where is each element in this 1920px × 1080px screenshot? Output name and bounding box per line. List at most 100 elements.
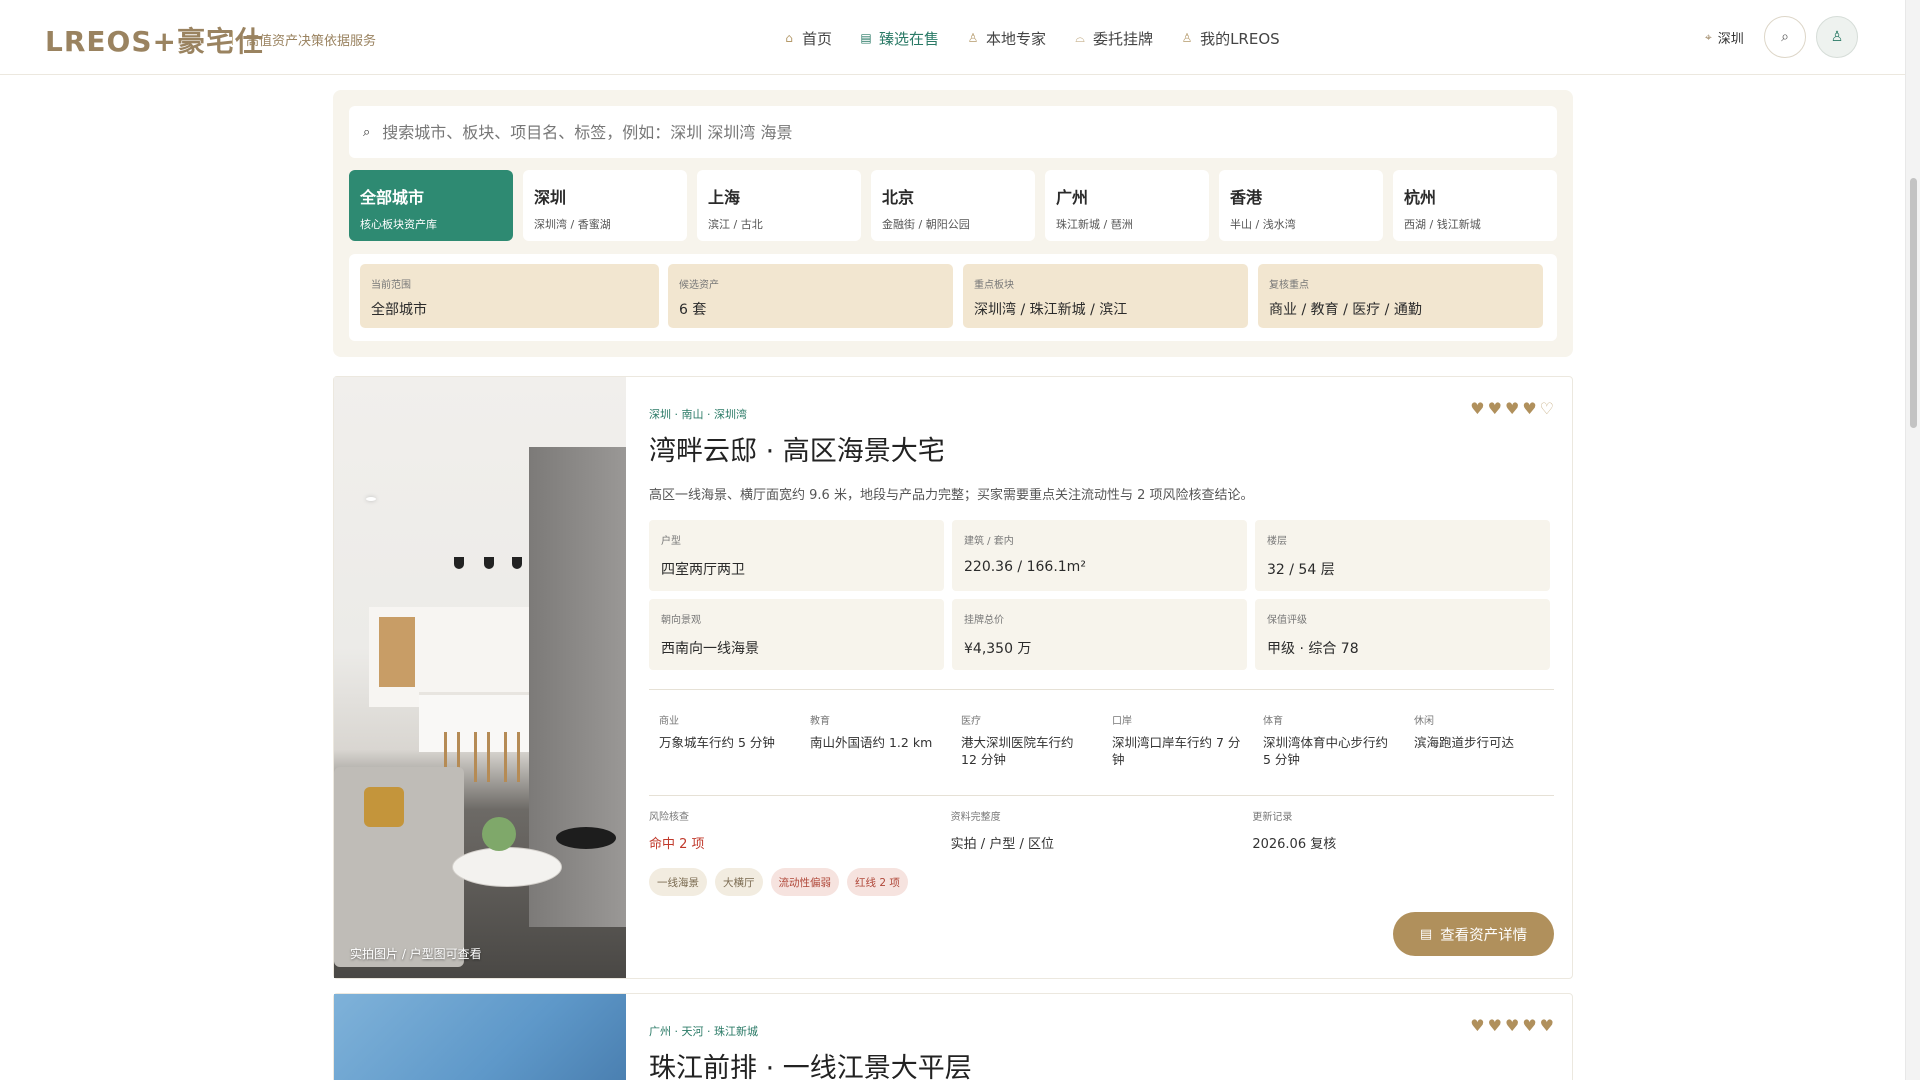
amenity-leisure: 休闲 滨海跑道步行可达: [1404, 712, 1555, 768]
amenity-label: 商业: [659, 716, 679, 727]
heart-filled-icon[interactable]: ♥: [1488, 399, 1502, 418]
spec-value: ¥4,350 万: [964, 641, 1032, 657]
search-bar[interactable]: ⌕: [349, 106, 1557, 158]
heart-filled-icon[interactable]: ♥: [1470, 399, 1484, 418]
heart-filled-icon[interactable]: ♥: [1522, 399, 1536, 418]
spec-label: 朝向景观: [661, 615, 701, 626]
heart-filled-icon[interactable]: ♥: [1505, 399, 1519, 418]
document-icon: ▤: [860, 31, 872, 45]
spec-layout: 户型 四室两厅两卫: [649, 520, 944, 591]
amenity-value: 港大深圳医院车行约 12 分钟: [961, 735, 1074, 767]
listing-card[interactable]: 广州 · 天河 · 珠江新城 ♥ ♥ ♥ ♥ ♥ 珠江前排 · 一线江景大平层: [333, 993, 1573, 1080]
amenity-value: 深圳湾体育中心步行约 5 分钟: [1263, 735, 1389, 767]
listing-location: 深圳 · 南山 · 深圳湾: [649, 408, 747, 421]
tag-list: 一线海景 大横厅 流动性偏弱 红线 2 项: [649, 868, 908, 896]
city-tab-shanghai[interactable]: 上海 滨江 / 古北: [697, 170, 861, 241]
summary-districts: 重点板块 深圳湾 / 珠江新城 / 滨江: [963, 264, 1248, 328]
meta-value: 2026.06 复核: [1252, 837, 1337, 852]
listing-card[interactable]: 实拍图片 / 户型图可查看 深圳 · 南山 · 深圳湾 ♥ ♥ ♥ ♥ ♡ 湾畔云邸 ·…: [333, 376, 1573, 979]
amenity-medical: 医疗 港大深圳医院车行约 12 分钟: [951, 712, 1102, 768]
location-pin-icon: ⌖: [1705, 30, 1712, 44]
listing-title[interactable]: 珠江前排 · 一线江景大平层: [649, 1046, 972, 1080]
city-tab-sub: 核心板块资产库: [360, 218, 437, 231]
divider: [649, 795, 1554, 796]
heart-filled-icon[interactable]: ♥: [1505, 1016, 1519, 1035]
amenity-value: 深圳湾口岸车行约 7 分钟: [1112, 735, 1241, 767]
spec-value: 西南向一线海景: [661, 641, 759, 657]
heart-filled-icon[interactable]: ♥: [1488, 1016, 1502, 1035]
search-button[interactable]: ⌕: [1764, 16, 1806, 58]
spec-value-rating: 保值评级 甲级 · 综合 78: [1255, 599, 1550, 670]
meta-completeness: 资料完整度 实拍 / 户型 / 区位: [951, 808, 1253, 852]
city-tab-sub: 西湖 / 钱江新城: [1404, 218, 1481, 231]
amenity-label: 休闲: [1414, 716, 1434, 727]
amenity-label: 口岸: [1112, 716, 1132, 727]
heart-empty-icon[interactable]: ♡: [1540, 399, 1554, 418]
city-tab-name: 广州: [1056, 188, 1089, 207]
city-tab-shenzhen[interactable]: 深圳 深圳湾 / 香蜜湖: [523, 170, 687, 241]
amenity-value: 万象城车行约 5 分钟: [659, 735, 775, 750]
listing-location: 广州 · 天河 · 珠江新城: [649, 1025, 758, 1038]
page-scrollbar[interactable]: [1905, 0, 1920, 1080]
listing-photo[interactable]: 实拍图片 / 户型图可查看: [334, 377, 626, 978]
spec-value: 甲级 · 综合 78: [1267, 641, 1359, 657]
rating-hearts[interactable]: ♥ ♥ ♥ ♥ ♡: [1470, 399, 1554, 418]
user-button[interactable]: ♙: [1816, 16, 1858, 58]
summary-candidates: 候选资产 6 套: [668, 264, 953, 328]
view-details-button[interactable]: ▤ 查看资产详情: [1393, 912, 1554, 956]
nav-item-experts[interactable]: ♙ 本地专家: [967, 26, 1046, 50]
filter-panel: ⌕ 全部城市 核心板块资产库 深圳 深圳湾 / 香蜜湖 上海 滨江 / 古北 北…: [333, 90, 1573, 357]
meta-label: 资料完整度: [950, 812, 1001, 823]
city-selector[interactable]: ⌖ 深圳: [1705, 28, 1744, 47]
main-nav: ⌂ 首页 ▤ 臻选在售 ♙ 本地专家 ⌓ 委托挂牌 ♙ 我的LREOS: [783, 26, 1308, 50]
city-tab-hangzhou[interactable]: 杭州 西湖 / 钱江新城: [1393, 170, 1557, 241]
amenity-label: 体育: [1263, 716, 1283, 727]
summary-scope: 当前范围 全部城市: [360, 264, 659, 328]
spec-label: 保值评级: [1267, 615, 1307, 626]
meta-row: 风险核查 命中 2 项 资料完整度 实拍 / 户型 / 区位 更新记录 2026…: [649, 808, 1554, 852]
city-tab-sub: 半山 / 浅水湾: [1230, 218, 1296, 231]
nav-item-label: 我的LREOS: [1200, 29, 1280, 48]
bell-icon: ⌓: [1075, 30, 1085, 45]
city-tab-sub: 珠江新城 / 琶洲: [1056, 218, 1133, 231]
nav-item-label: 本地专家: [986, 29, 1047, 48]
summary-value: 全部城市: [371, 302, 427, 318]
nav-item-my-account[interactable]: ♙ 我的LREOS: [1181, 26, 1280, 50]
summary-value: 6 套: [679, 302, 707, 318]
summary-label: 复核重点: [1269, 280, 1309, 291]
heart-filled-icon[interactable]: ♥: [1522, 1016, 1536, 1035]
heart-filled-icon[interactable]: ♥: [1540, 1016, 1554, 1035]
nav-item-label: 臻选在售: [879, 29, 940, 48]
nav-item-featured[interactable]: ▤ 臻选在售: [860, 26, 939, 50]
city-tab-name: 香港: [1230, 188, 1263, 207]
summary-label: 当前范围: [371, 280, 411, 291]
city-tab-all[interactable]: 全部城市 核心板块资产库: [349, 170, 513, 241]
spec-label: 挂牌总价: [964, 615, 1004, 626]
amenities-row: 商业 万象城车行约 5 分钟 教育 南山外国语约 1.2 km 医疗 港大深圳医…: [649, 712, 1554, 768]
summary-review-focus: 复核重点 商业 / 教育 / 医疗 / 通勤: [1258, 264, 1543, 328]
listing-photo[interactable]: [334, 994, 626, 1080]
amenity-label: 教育: [810, 716, 830, 727]
listing-title[interactable]: 湾畔云邸 · 高区海景大宅: [649, 429, 945, 468]
nav-item-listing[interactable]: ⌓ 委托挂牌: [1074, 26, 1153, 50]
city-tab-beijing[interactable]: 北京 金融街 / 朝阳公园: [871, 170, 1035, 241]
photo-caption: 实拍图片 / 户型图可查看: [350, 947, 482, 961]
amenity-value: 滨海跑道步行可达: [1414, 735, 1515, 750]
summary-label: 候选资产: [679, 280, 719, 291]
view-details-label: 查看资产详情: [1440, 927, 1528, 944]
scrollbar-thumb[interactable]: [1910, 178, 1917, 428]
summary-value: 商业 / 教育 / 医疗 / 通勤: [1269, 302, 1422, 318]
tag-alert: 流动性偏弱: [770, 868, 839, 896]
city-tab-name: 北京: [882, 188, 915, 207]
search-input[interactable]: [382, 122, 1483, 142]
nav-item-home[interactable]: ⌂ 首页: [783, 26, 832, 50]
summary-label: 重点板块: [974, 280, 1014, 291]
city-tab-hongkong[interactable]: 香港 半山 / 浅水湾: [1219, 170, 1383, 241]
rating-hearts[interactable]: ♥ ♥ ♥ ♥ ♥: [1470, 1016, 1554, 1035]
nav-item-label: 首页: [802, 29, 833, 48]
heart-filled-icon[interactable]: ♥: [1470, 1016, 1484, 1035]
city-tab-guangzhou[interactable]: 广州 珠江新城 / 琶洲: [1045, 170, 1209, 241]
spec-floor: 楼层 32 / 54 层: [1255, 520, 1550, 591]
search-icon: ⌕: [363, 124, 371, 140]
meta-label: 风险核查: [649, 812, 689, 823]
